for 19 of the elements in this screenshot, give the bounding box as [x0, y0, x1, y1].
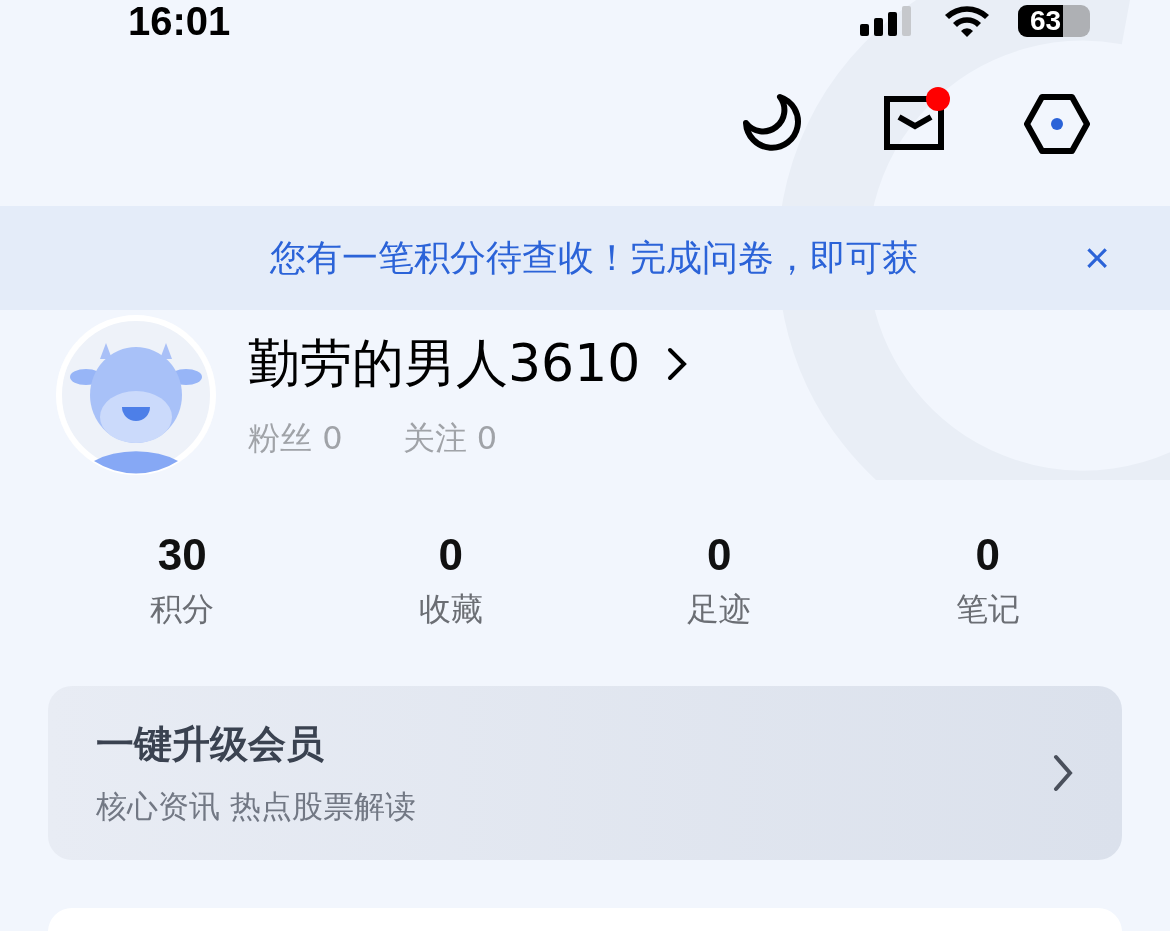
- stat-value[interactable]: 0: [975, 530, 1000, 580]
- stat-value[interactable]: 30: [157, 530, 207, 580]
- notice-text: 您有一笔积分待查收！完成问卷，即可获: [270, 235, 919, 280]
- vip-title: 一键升级会员: [96, 720, 325, 768]
- stat-label[interactable]: 足迹: [687, 588, 752, 632]
- vip-subtitle: 核心资讯 热点股票解读: [96, 786, 416, 826]
- stat-label[interactable]: 笔记: [955, 588, 1020, 632]
- chevron-right-icon: [1052, 753, 1074, 793]
- stat-label[interactable]: 积分: [150, 588, 215, 632]
- stat-label[interactable]: 收藏: [418, 588, 483, 632]
- settings-icon[interactable]: [1024, 91, 1090, 157]
- close-button[interactable]: ×: [1084, 236, 1110, 280]
- user-name[interactable]: 勤劳的男人3610: [248, 329, 641, 399]
- battery-icon: 63: [1018, 5, 1090, 37]
- status-time: 16:01: [128, 0, 231, 44]
- vip-card[interactable]: 一键升级会员 核心资讯 热点股票解读: [48, 686, 1122, 860]
- stat-value[interactable]: 0: [707, 530, 732, 580]
- chevron-right-icon[interactable]: [666, 346, 689, 382]
- stat-value[interactable]: 0: [438, 530, 463, 580]
